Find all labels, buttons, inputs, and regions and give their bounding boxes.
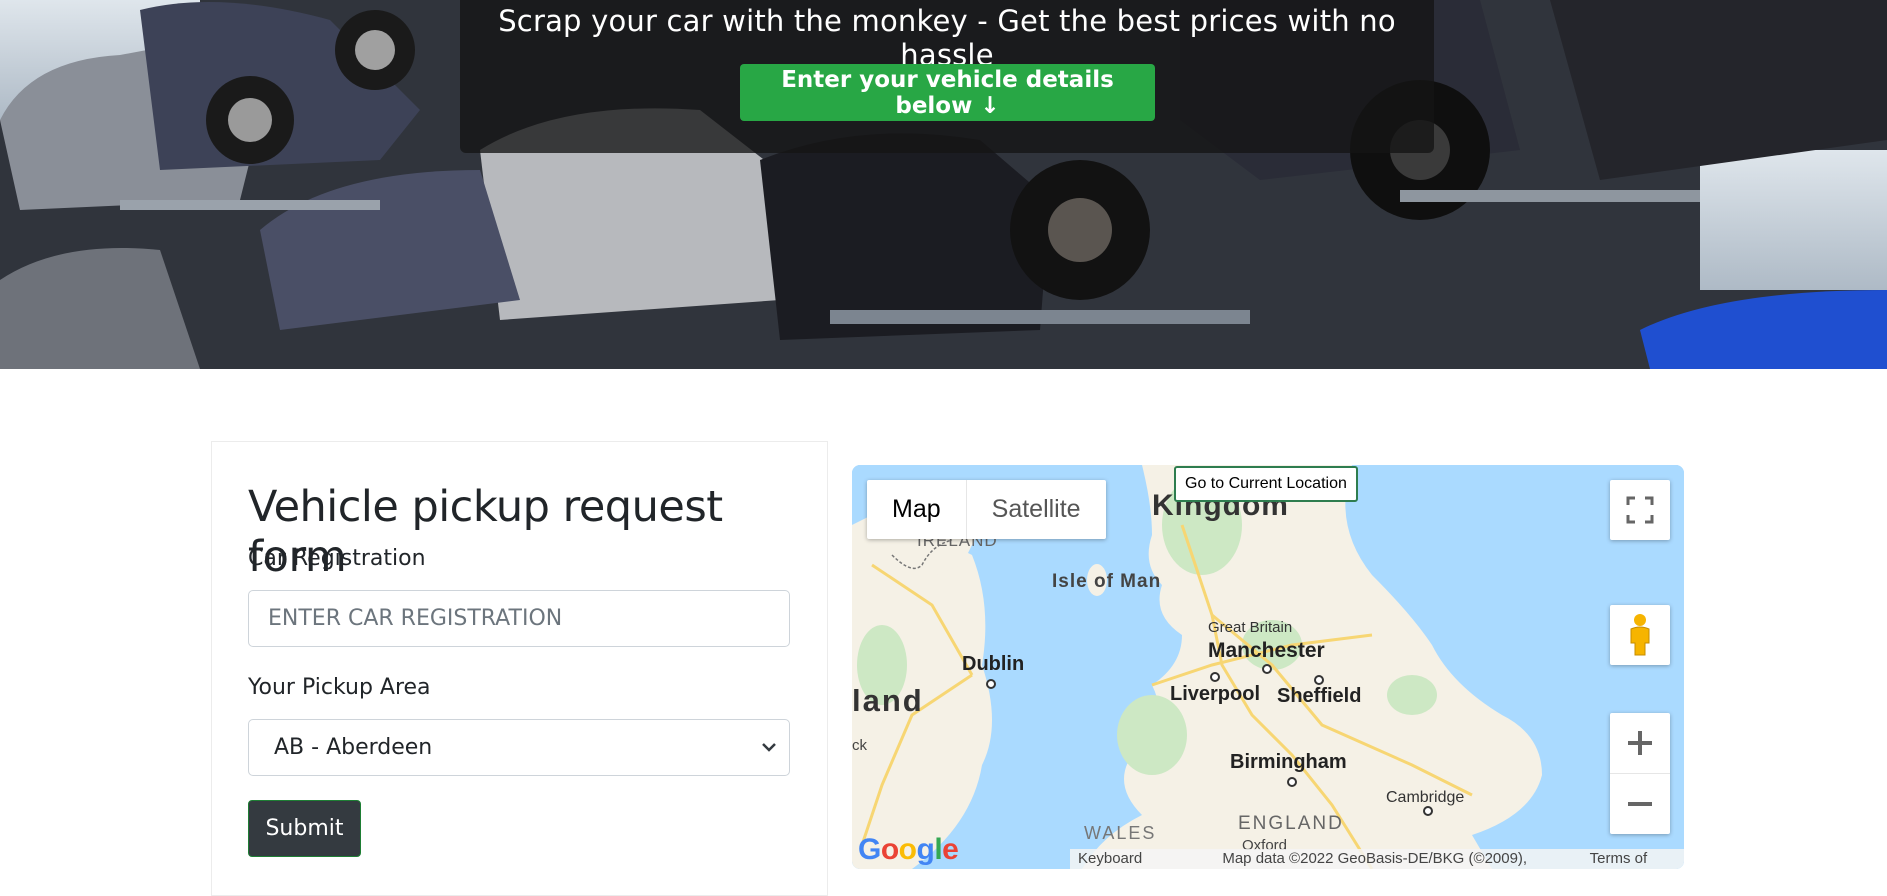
hero-overlay: Scrap your car with the monkey - Get the… bbox=[460, 0, 1434, 153]
map-type-map-button[interactable]: Map bbox=[867, 480, 967, 539]
map-type-satellite-button[interactable]: Satellite bbox=[967, 480, 1106, 539]
map-label-liverpool: Liverpool bbox=[1170, 683, 1261, 705]
hero-banner: Scrap your car with the monkey - Get the… bbox=[0, 0, 1887, 369]
map-label-dublin: Dublin bbox=[962, 653, 1025, 675]
fullscreen-button[interactable] bbox=[1610, 480, 1670, 540]
terms-of-use-link[interactable]: Terms of Use bbox=[1590, 849, 1676, 869]
submit-button[interactable]: Submit bbox=[248, 800, 361, 857]
enter-details-button[interactable]: Enter your vehicle details below ↓ bbox=[740, 64, 1155, 121]
map-label-land: land bbox=[852, 683, 924, 718]
hero-title: Scrap your car with the monkey - Get the… bbox=[498, 4, 1396, 72]
zoom-in-button[interactable] bbox=[1610, 714, 1670, 774]
map-label-great-britain: Great Britain bbox=[1208, 619, 1293, 636]
street-view-button[interactable] bbox=[1610, 605, 1670, 665]
pickup-area-value: AB - Aberdeen bbox=[274, 735, 433, 760]
map-label-ck: ck bbox=[852, 737, 867, 754]
chevron-down-icon bbox=[762, 743, 776, 752]
map-label-cambridge: Cambridge bbox=[1386, 789, 1465, 806]
map-type-control: Map Satellite bbox=[867, 480, 1106, 539]
map-label-england: ENGLAND bbox=[1238, 813, 1344, 834]
map-label-sheffield: Sheffield bbox=[1277, 685, 1362, 707]
map-label-manchester: Manchester bbox=[1208, 639, 1325, 662]
map-label-wales: WALES bbox=[1084, 823, 1157, 843]
minus-icon bbox=[1628, 801, 1652, 806]
map-label-birmingham: Birmingham bbox=[1230, 751, 1347, 773]
map-data-text: Map data ©2022 GeoBasis-DE/BKG (©2009), … bbox=[1222, 850, 1528, 867]
registration-input[interactable] bbox=[248, 590, 790, 647]
google-logo: Google bbox=[858, 833, 959, 866]
pickup-area-select[interactable]: AB - Aberdeen bbox=[248, 719, 790, 776]
pegman-icon bbox=[1630, 614, 1650, 656]
zoom-out-button[interactable] bbox=[1610, 774, 1670, 834]
map-attribution: Keyboard shortcuts Map data ©2022 GeoBas… bbox=[1070, 849, 1684, 869]
registration-label: Car Registration bbox=[248, 546, 426, 571]
current-location-button[interactable]: Go to Current Location bbox=[1174, 466, 1358, 502]
fullscreen-icon bbox=[1626, 496, 1654, 524]
zoom-control bbox=[1610, 713, 1670, 834]
pickup-form-card: Vehicle pickup request form Car Registra… bbox=[211, 441, 828, 896]
pickup-area-label: Your Pickup Area bbox=[248, 675, 431, 700]
map-label-isle-of-man: Isle of Man bbox=[1052, 571, 1162, 592]
keyboard-shortcuts-link[interactable]: Keyboard shortcuts bbox=[1078, 849, 1204, 869]
map-widget[interactable]: Kingdom IRELAND Isle of Man Great Britai… bbox=[852, 465, 1684, 869]
plus-icon bbox=[1628, 731, 1652, 755]
